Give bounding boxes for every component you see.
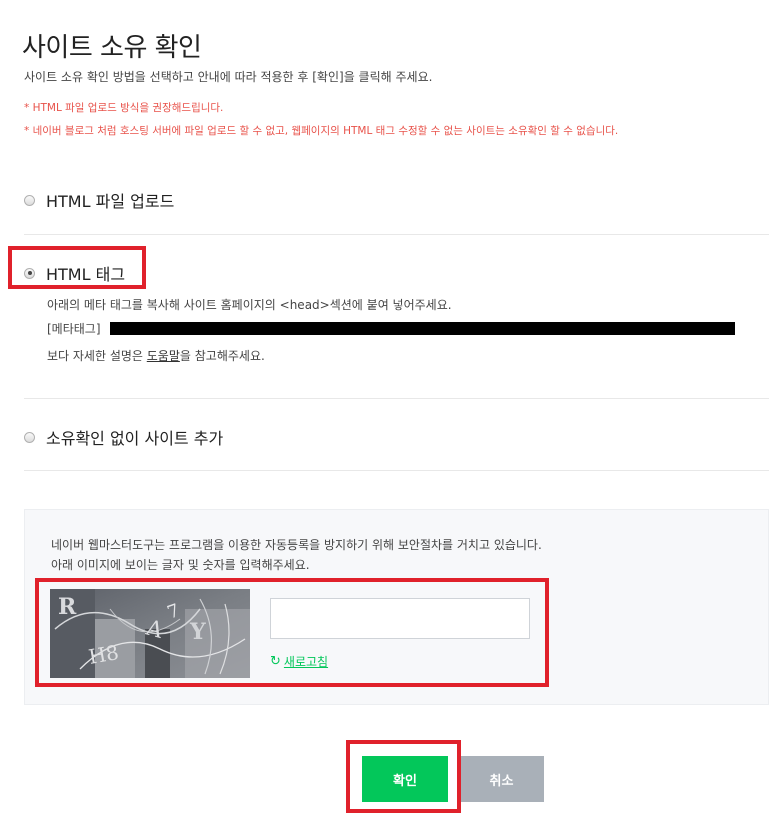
help-text: 보다 자세한 설명은 도움말을 참고해주세요. bbox=[47, 347, 265, 364]
help-suffix: 을 참고해주세요. bbox=[179, 349, 265, 363]
captcha-notice: 네이버 웹마스터도구는 프로그램을 이용한 자동등록을 방지하기 위해 보안절차… bbox=[51, 538, 542, 552]
captcha-instruction: 아래 이미지에 보이는 글자 및 숫자를 입력해주세요. bbox=[51, 558, 310, 572]
radio-add-without-verification[interactable] bbox=[24, 431, 35, 443]
page-title: 사이트 소유 확인 bbox=[22, 33, 202, 64]
meta-tag-value-redacted bbox=[110, 322, 735, 335]
page-description: 사이트 소유 확인 방법을 선택하고 안내에 따라 적용한 후 [확인]을 클릭… bbox=[24, 70, 433, 84]
divider bbox=[24, 234, 769, 235]
option-html-file-upload[interactable]: HTML 파일 업로드 bbox=[24, 188, 174, 212]
highlight-html-tag bbox=[8, 246, 146, 289]
restriction-note: * 네이버 블로그 처럼 호스팅 서버에 파일 업로드 할 수 없고, 웹페이지… bbox=[24, 125, 619, 137]
meta-tag-instruction: 아래의 메타 태그를 복사해 사이트 홈페이지의 <head>섹션에 붙여 넣어… bbox=[47, 298, 452, 312]
option-label: HTML 파일 업로드 bbox=[46, 192, 175, 211]
divider bbox=[24, 398, 769, 399]
radio-html-file-upload[interactable] bbox=[24, 194, 35, 206]
help-link[interactable]: 도움말 bbox=[147, 349, 180, 363]
cancel-button[interactable]: 취소 bbox=[459, 756, 544, 802]
option-add-without-verification[interactable]: 소유확인 없이 사이트 추가 bbox=[24, 425, 223, 449]
divider bbox=[24, 470, 769, 471]
help-prefix: 보다 자세한 설명은 bbox=[47, 349, 147, 363]
option-label: 소유확인 없이 사이트 추가 bbox=[46, 429, 224, 448]
recommend-note: * HTML 파일 업로드 방식을 권장해드립니다. bbox=[24, 102, 224, 114]
meta-tag-label: [메타태그] bbox=[47, 322, 101, 336]
highlight-captcha bbox=[35, 578, 549, 687]
highlight-confirm bbox=[346, 740, 461, 813]
